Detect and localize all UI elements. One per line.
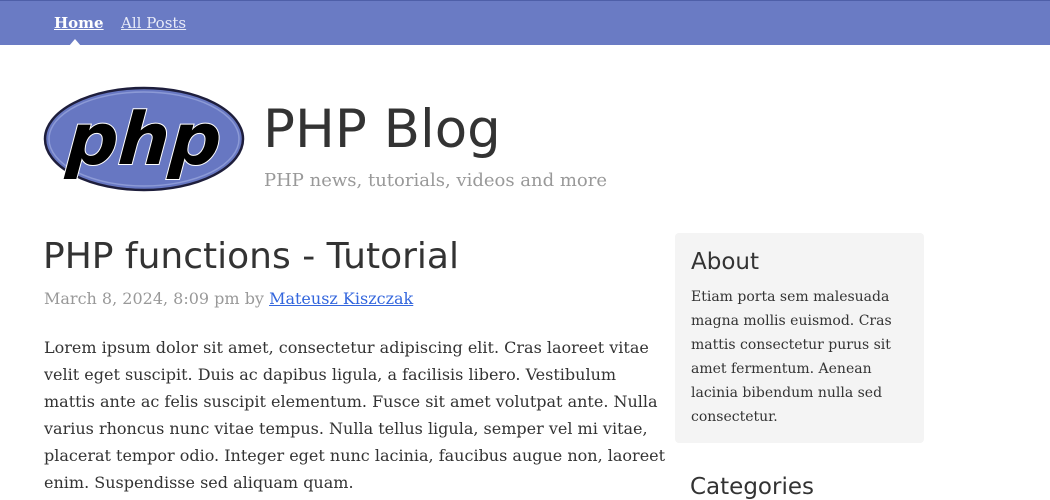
sidebar-about-heading: About — [691, 249, 760, 275]
site-tagline: PHP news, tutorials, videos and more — [264, 170, 608, 191]
post-meta: March 8, 2024, 8:09 pm by Mateusz Kiszcz… — [44, 289, 413, 308]
post-author-link[interactable]: Mateusz Kiszczak — [269, 289, 413, 308]
site-title: PHP Blog — [263, 99, 501, 160]
nav-all-posts-link[interactable]: All Posts — [121, 14, 186, 32]
php-logo-text: php — [63, 97, 224, 181]
post-title[interactable]: PHP functions - Tutorial — [43, 234, 459, 280]
sidebar-about-text: Etiam porta sem malesuada magna mollis e… — [691, 289, 892, 425]
sidebar-categories-heading: Categories — [690, 474, 814, 500]
active-nav-indicator — [69, 39, 81, 46]
post-date: March 8, 2024, 8:09 pm — [44, 289, 240, 308]
sidebar-about: About Etiam porta sem malesuada magna mo… — [675, 233, 924, 443]
php-logo[interactable]: php — [43, 86, 245, 192]
post-body: Lorem ipsum dolor sit amet, consectetur … — [44, 338, 666, 492]
top-navbar: Home All Posts — [0, 0, 1050, 46]
nav-home-link[interactable]: Home — [54, 14, 104, 32]
post-by-label: by — [244, 289, 264, 308]
